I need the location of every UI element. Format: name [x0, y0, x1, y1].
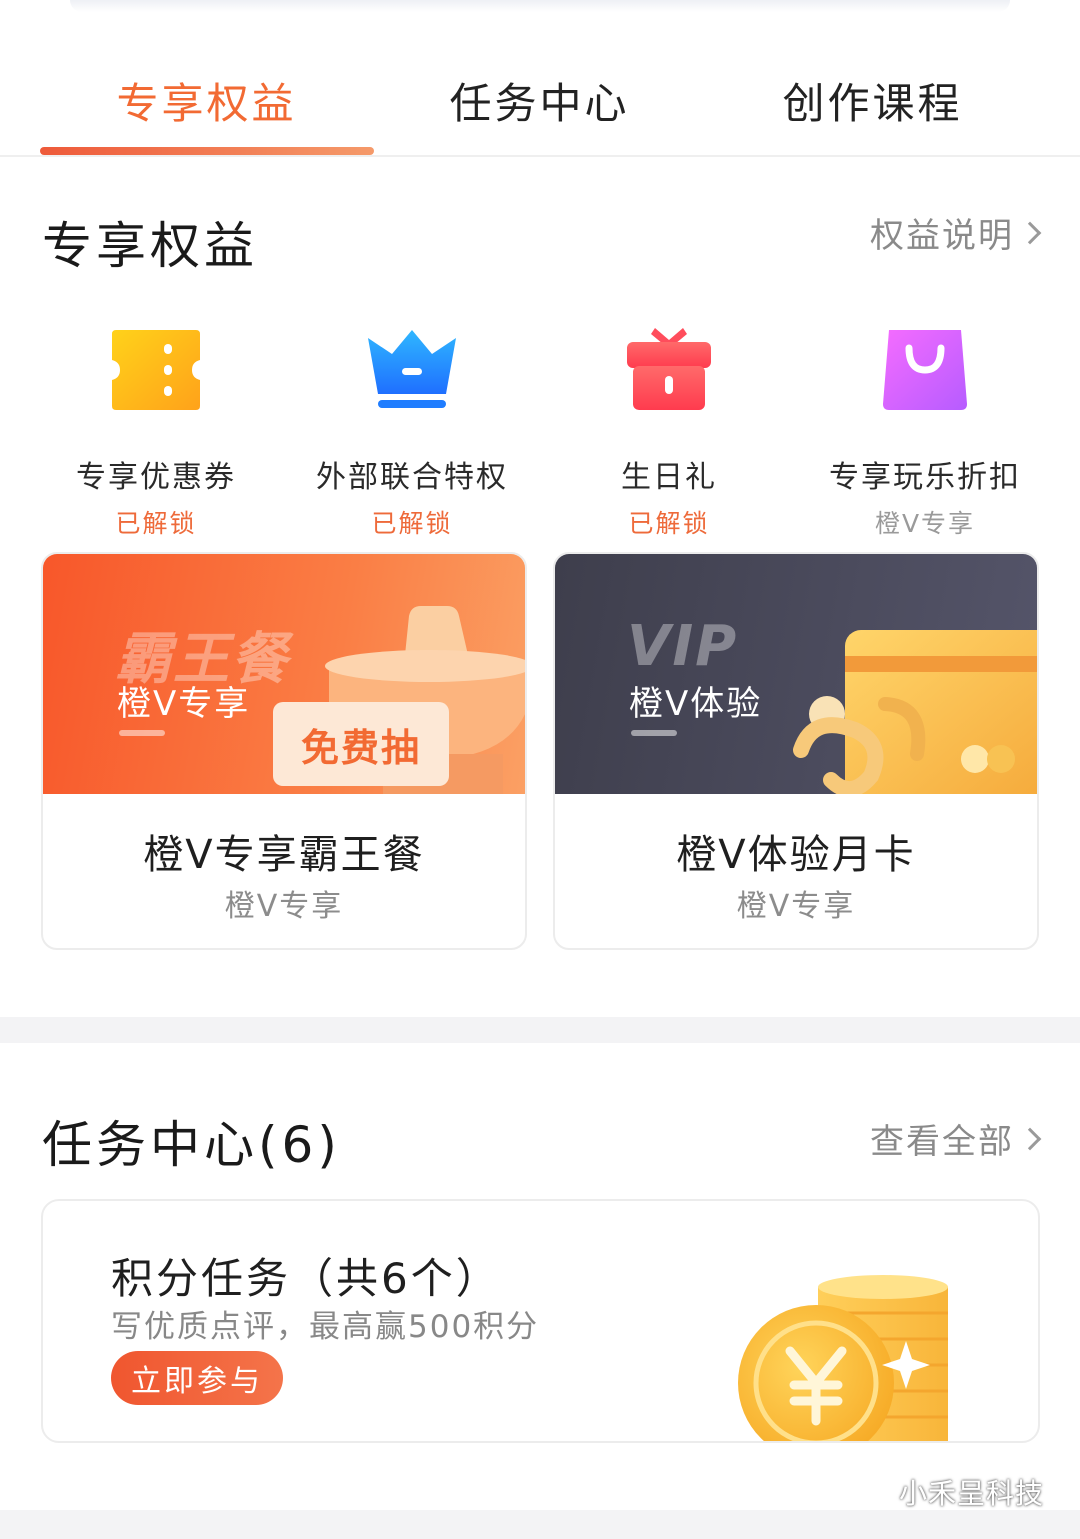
tab-creation-courses[interactable]: 创作课程	[706, 70, 1039, 131]
benefit-birthday-gift[interactable]: 生日礼 已解锁	[541, 320, 797, 540]
banner-dash	[119, 730, 165, 736]
promo-card-trial-month[interactable]: VIP 橙V体验 橙V体验月卡 橙V专享	[553, 552, 1039, 950]
benefit-status: 已解锁	[628, 509, 710, 538]
promo-banner-tag: 橙V体验	[629, 684, 763, 724]
banner-dash	[631, 730, 677, 736]
gift-icon	[619, 320, 719, 420]
task-card-description: 写优质点评，最高赢500积分	[111, 1309, 540, 1345]
task-section-title: 任务中心(6)	[42, 1116, 341, 1174]
wechat-icon	[851, 1473, 891, 1512]
watermark: 小禾呈科技	[851, 1472, 1044, 1512]
bottom-band	[0, 1510, 1080, 1539]
benefits-explanation-link[interactable]: 权益说明	[870, 208, 1042, 257]
benefit-name: 生日礼	[621, 460, 717, 495]
benefit-status: 已解锁	[371, 509, 453, 538]
promo-title: 橙V体验月卡	[676, 832, 916, 878]
promo-banner-free-meal: 霸王餐 橙V专享 免费抽	[43, 554, 525, 794]
section-divider	[0, 1017, 1080, 1043]
benefit-status: 橙V专享	[874, 509, 976, 538]
benefit-coupon[interactable]: 专享优惠券 已解锁	[28, 320, 284, 540]
benefit-status: 已解锁	[115, 509, 197, 538]
crown-icon	[362, 320, 462, 420]
watermark-text: 小禾呈科技	[898, 1477, 1044, 1510]
join-now-button[interactable]: 立即参与	[111, 1351, 283, 1405]
chevron-right-icon	[1018, 221, 1042, 244]
view-all-link[interactable]: 查看全部	[870, 1114, 1042, 1163]
view-all-label: 查看全部	[870, 1122, 1014, 1162]
promo-banner-big-text: VIP	[627, 614, 739, 679]
tab-task-center[interactable]: 任务中心	[373, 70, 706, 131]
task-card-title: 积分任务（共6个）	[111, 1254, 501, 1303]
promo-title: 橙V专享霸王餐	[143, 832, 425, 878]
promo-banner-tag: 橙V专享	[117, 684, 251, 724]
benefit-leisure-discount[interactable]: 专享玩乐折扣 橙V专享	[797, 320, 1053, 540]
benefit-name: 外部联合特权	[316, 460, 508, 495]
benefit-name: 专享优惠券	[76, 460, 236, 495]
free-draw-label: 免费抽	[300, 725, 421, 770]
benefits-explanation-label: 权益说明	[870, 216, 1014, 256]
free-draw-badge: 免费抽	[273, 702, 449, 786]
coupon-icon	[106, 320, 206, 420]
promo-subtitle: 橙V专享	[736, 889, 856, 924]
benefits-section-title: 专享权益	[42, 217, 258, 275]
coin-stack-icon	[738, 1275, 948, 1441]
tab-bar: 专享权益 任务中心 创作课程	[0, 0, 1080, 157]
chevron-right-icon	[1018, 1127, 1042, 1150]
promo-banner-trial: VIP 橙V体验	[555, 554, 1037, 794]
tab-exclusive-benefits[interactable]: 专享权益	[40, 70, 373, 131]
benefit-name: 专享玩乐折扣	[829, 460, 1021, 495]
active-tab-indicator	[40, 147, 374, 155]
benefit-external-privileges[interactable]: 外部联合特权 已解锁	[284, 320, 540, 540]
shopping-bag-icon	[875, 320, 975, 420]
promo-subtitle: 橙V专享	[224, 889, 344, 924]
promo-card-free-meal[interactable]: 霸王餐 橙V专享 免费抽 橙V专享霸王餐 橙V专享	[41, 552, 527, 950]
points-task-card[interactable]: 积分任务（共6个） 写优质点评，最高赢500积分 立即参与	[41, 1199, 1040, 1443]
